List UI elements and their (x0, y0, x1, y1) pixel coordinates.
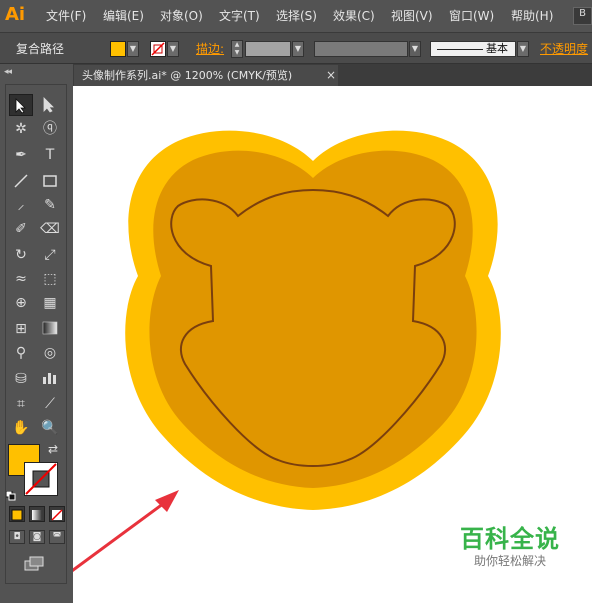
zoom-icon[interactable]: 🔍 (38, 417, 62, 439)
menu-type[interactable]: 文字(T) (219, 8, 260, 24)
fill-swatch[interactable] (110, 41, 126, 57)
shape-builder-icon[interactable]: ⊕ (9, 292, 33, 314)
watermark-title: 百科全说 (460, 525, 560, 553)
stroke-label[interactable]: 描边: (196, 40, 224, 57)
pen-tool-icon[interactable]: ✒ (9, 144, 33, 166)
brush-line-preview (437, 49, 483, 50)
draw-normal-icon[interactable]: ◘ (9, 530, 25, 544)
column-graph-glyph-icon (43, 373, 56, 384)
selection-arrow-icon (15, 98, 26, 114)
line-segment-icon[interactable] (9, 170, 33, 192)
gradient-mode-icon (32, 510, 42, 520)
eraser-icon[interactable]: ⌫ (38, 218, 62, 240)
object-type-label: 复合路径 (16, 42, 65, 56)
blend-icon[interactable]: ◎ (38, 342, 62, 364)
fill-dropdown[interactable]: ▼ (127, 41, 139, 57)
screen-mode-icon[interactable] (24, 556, 46, 572)
pencil-icon[interactable]: ✎ (38, 194, 62, 216)
magic-wand-icon[interactable]: ✲ (9, 118, 33, 140)
none-mode-icon (51, 509, 63, 521)
perspective-grid-icon[interactable]: ▦ (38, 292, 62, 314)
stroke-weight-dropdown[interactable]: ▼ (292, 41, 304, 57)
watermark-subtitle: 助你轻松解决 (473, 554, 546, 568)
direct-selection-arrow-icon (43, 97, 54, 113)
lasso-icon[interactable]: ⓠ (38, 118, 62, 140)
stroke-weight-field[interactable] (245, 41, 291, 57)
slice-icon[interactable]: ⟋ (38, 393, 62, 415)
menu-file[interactable]: 文件(F) (46, 8, 86, 24)
stroke-weight-stepper[interactable]: ▲ ▼ (231, 40, 243, 58)
stroke-color-swatch[interactable] (24, 462, 58, 496)
color-mode-icon (11, 509, 23, 521)
artboard-icon[interactable]: ⌗ (9, 393, 33, 415)
paintbrush-icon[interactable]: ⸝ (9, 194, 33, 216)
gradient-mode-button[interactable] (29, 506, 45, 522)
eyedropper-icon[interactable]: ⚲ (9, 342, 33, 364)
menu-select[interactable]: 选择(S) (276, 8, 317, 24)
no-stroke-large-icon (25, 463, 57, 495)
stroke-dropdown[interactable]: ▼ (167, 41, 179, 57)
default-colors-glyph-icon (5, 490, 16, 501)
inner-head-shape[interactable] (149, 150, 477, 489)
direct-selection-tool-icon[interactable] (38, 94, 62, 116)
variable-width-profile[interactable] (314, 41, 408, 57)
draw-inside-icon[interactable]: ◚ (49, 530, 65, 544)
no-stroke-icon (151, 42, 165, 56)
watermark: 百科全说 助你轻松解决 (430, 512, 590, 577)
opacity-label[interactable]: 不透明度 (540, 40, 588, 57)
brush-style-label: 基本 (486, 42, 508, 55)
brush-dropdown[interactable]: ▼ (517, 41, 529, 57)
rectangle-glyph-icon (43, 175, 57, 187)
scale-icon[interactable]: ⤢ (38, 244, 62, 266)
app-logo: Ai (5, 4, 26, 25)
screen-mode-glyph-icon (24, 556, 44, 571)
column-graph-icon[interactable] (38, 368, 62, 390)
mesh-icon[interactable]: ⊞ (9, 318, 33, 340)
bridge-button[interactable]: B (573, 7, 592, 25)
gradient-glyph-icon (42, 321, 58, 335)
variable-width-dropdown[interactable]: ▼ (409, 41, 421, 57)
width-tool-icon[interactable]: ≈ (9, 268, 33, 290)
menu-help[interactable]: 帮助(H) (511, 8, 553, 24)
none-mode-button[interactable] (49, 506, 65, 522)
free-transform-icon[interactable]: ⬚ (38, 268, 62, 290)
swap-fill-stroke-icon[interactable]: ⇄ (48, 442, 58, 456)
stroke-swatch[interactable] (150, 41, 166, 57)
menu-edit[interactable]: 编辑(E) (103, 8, 144, 24)
blob-brush-icon[interactable]: ✐ (9, 218, 33, 240)
menu-bar: Ai 文件(F) 编辑(E) 对象(O) 文字(T) 选择(S) 效果(C) 视… (0, 0, 592, 33)
default-colors-icon[interactable] (5, 486, 16, 501)
menu-object[interactable]: 对象(O) (160, 8, 203, 24)
close-tab-icon[interactable]: × (326, 65, 336, 86)
collapse-panel-icon[interactable]: ◂◂ (4, 67, 12, 77)
gradient-icon[interactable] (38, 318, 62, 340)
document-tab[interactable]: 头像制作系列.ai* @ 1200% (CMYK/预览) (74, 65, 338, 86)
menu-view[interactable]: 视图(V) (391, 8, 433, 24)
brush-definition[interactable]: 基本 (430, 41, 516, 57)
menu-window[interactable]: 窗口(W) (449, 8, 494, 24)
hand-icon[interactable]: ✋ (9, 417, 33, 439)
rotate-icon[interactable]: ↻ (9, 244, 33, 266)
color-mode-button[interactable] (9, 506, 25, 522)
draw-behind-icon[interactable]: ◙ (29, 530, 45, 544)
type-tool-icon[interactable]: T (38, 144, 62, 166)
control-bar: 复合路径 ▼ ▼ 描边: ▲ ▼ ▼ ▼ 基本 ▼ 不透明度 (0, 33, 592, 64)
line-segment-glyph-icon (14, 174, 28, 188)
rectangle-icon[interactable] (38, 170, 62, 192)
menu-effect[interactable]: 效果(C) (333, 8, 375, 24)
symbol-sprayer-icon[interactable]: ⛁ (9, 368, 33, 390)
annotation-arrow (73, 490, 179, 572)
selection-tool-icon[interactable] (9, 94, 33, 116)
